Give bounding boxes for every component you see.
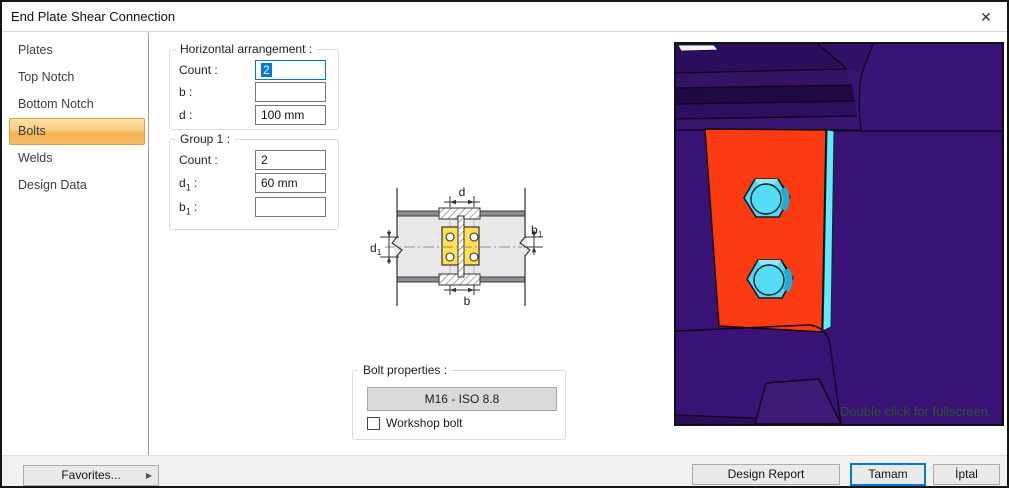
highlight-sliver [677,44,719,52]
b-input[interactable] [255,82,326,102]
horizontal-count-input[interactable]: 2 [255,60,326,80]
b-label: b : [179,85,193,99]
sidebar-item-bolts[interactable]: Bolts [9,118,145,145]
d1-label: d1 : [179,176,198,193]
design-report-button[interactable]: Design Report [692,464,840,485]
ok-button[interactable]: Tamam [850,463,926,486]
dim-d1-label: d1 [370,241,382,257]
dim-b1-label: b1 [531,223,543,239]
sidebar-item-label: Bolts [18,124,46,138]
sidebar-item-design-data[interactable]: Design Data [9,172,145,199]
sidebar-item-label: Design Data [18,178,87,192]
input-value: 60 mm [261,176,298,190]
d-input[interactable]: 100 mm [255,105,326,125]
sidebar-item-label: Welds [18,151,53,165]
sidebar-item-plates[interactable]: Plates [9,37,145,64]
sidebar-item-welds[interactable]: Welds [9,145,145,172]
input-value: 2 [261,153,268,167]
group1-group: Group 1 : Count : 2 d1 : 60 mm b1 : [169,132,339,230]
sidebar-item-label: Top Notch [18,70,75,84]
3d-connection-render: Double click for fullscreen. [675,43,1002,425]
group-title: Group 1 : [176,132,235,146]
group-title: Horizontal arrangement : [176,42,317,56]
d-label: d : [179,108,193,122]
d1-input[interactable]: 60 mm [255,173,326,193]
dim-b-label: b [464,294,471,308]
count-label: Count : [179,153,218,167]
count-label: Count : [179,63,218,77]
fullscreen-hint-text: Double click for fullscreen. [840,404,992,419]
group1-count-input[interactable]: 2 [255,150,326,170]
bolt-properties-group: Bolt properties : M16 - ISO 8.8 Workshop… [352,363,566,440]
sidebar: Plates Top Notch Bottom Notch Bolts Weld… [4,33,149,456]
workshop-bolt-label[interactable]: Workshop bolt [386,416,462,431]
bolt-assembly-button[interactable]: M16 - ISO 8.8 [367,387,557,411]
b1-label: b1 : [179,200,198,217]
input-value: 100 mm [261,108,305,122]
dim-d-label: d [459,185,466,199]
3d-viewport[interactable]: Double click for fullscreen. [674,42,1004,426]
end-plate-shear-connection-dialog: End Plate Shear Connection ✕ Plates Top … [0,0,1009,488]
sidebar-item-label: Bottom Notch [18,97,94,111]
sidebar-item-bottom-notch[interactable]: Bottom Notch [9,91,145,118]
bolt-arrangement-diagram: d b d1 b1 [370,185,543,308]
input-value: 2 [261,63,272,77]
cancel-button[interactable]: İptal [933,464,1000,485]
sidebar-item-top-notch[interactable]: Top Notch [9,64,145,91]
horizontal-arrangement-group: Horizontal arrangement : Count : 2 b : d… [169,42,339,130]
favorites-button[interactable]: Favorites... ▶ [23,465,159,486]
favorites-label: Favorites... [61,468,121,482]
footer-bar: Favorites... ▶ Design Report Tamam İptal [2,455,1007,486]
beam-web [457,215,465,278]
close-icon[interactable]: ✕ [975,6,997,28]
group-title: Bolt properties : [359,363,452,377]
b1-input[interactable] [255,197,326,217]
titlebar: End Plate Shear Connection ✕ [2,2,1007,32]
workshop-bolt-checkbox[interactable] [367,417,380,430]
sidebar-item-label: Plates [18,43,53,57]
orange-plate [704,128,827,333]
dialog-title: End Plate Shear Connection [11,9,176,24]
favorites-arrow-icon: ▶ [145,471,152,480]
